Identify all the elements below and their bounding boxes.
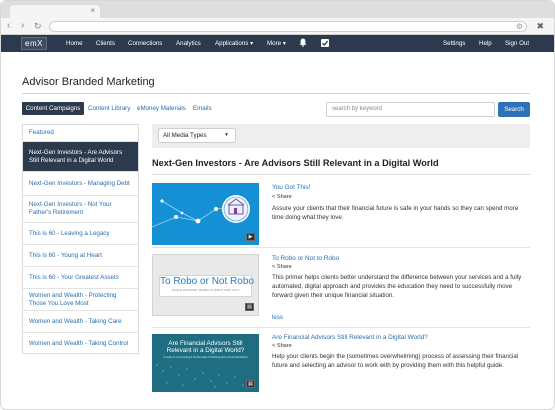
sidebar-item-women-care[interactable]: Women and Wealth - Taking Care	[23, 311, 138, 333]
sidebar-item-sixty-assets[interactable]: This is 60 - Your Greatest Assets	[23, 267, 138, 289]
item-share[interactable]: < Share	[272, 343, 292, 349]
search-button[interactable]: Search	[498, 102, 530, 117]
back-icon[interactable]: ‹	[7, 20, 10, 32]
nav-connections[interactable]: Connections	[128, 40, 162, 47]
thumb-subtitle: A Guide to Overcoming & the Benefits of …	[163, 356, 248, 359]
campaign-sidebar: Featured Next-Gen Investors - Are Adviso…	[22, 124, 139, 354]
item-description: Assure your clients that their financial…	[272, 205, 519, 221]
extension-icon[interactable]: ✖	[536, 21, 544, 32]
thumb-title: To Robo or Not Robo	[160, 276, 254, 287]
share-icon: <	[272, 194, 276, 200]
address-bar[interactable]: ⚙	[49, 21, 527, 32]
campaign-title: Next-Gen Investors - Are Advisors Still …	[152, 158, 439, 168]
connected-dots-illustration	[152, 183, 259, 245]
nav-settings[interactable]: Settings	[443, 40, 465, 47]
media-type-value: All Media Types	[163, 132, 207, 139]
nav-home[interactable]: Home	[66, 40, 83, 47]
less-link[interactable]: less	[272, 314, 283, 321]
browser-window: × ‹ › ↻ ⚙ ✖ emX Home Clients Connections…	[0, 0, 555, 410]
site-settings-icon[interactable]: ⚙	[516, 22, 523, 31]
tasks-checkbox-icon[interactable]	[321, 39, 329, 47]
sidebar-item-next-gen-retirement[interactable]: Next-Gen Investors - Not Your Father's R…	[23, 196, 138, 223]
item-thumbnail[interactable]: Are Financial Advisors Still Relevant in…	[152, 334, 259, 392]
search-input[interactable]: search by keyword	[326, 102, 495, 117]
close-icon[interactable]: ×	[90, 6, 95, 15]
item-thumbnail[interactable]: To Robo or Not Robo WHICH ADVISORY MODEL…	[152, 254, 259, 316]
share-label: Share	[276, 194, 292, 200]
title-divider	[22, 93, 530, 94]
video-icon: ▶	[246, 233, 255, 241]
media-type-select[interactable]: All Media Types ▼	[158, 128, 236, 143]
document-icon: ▤	[246, 380, 255, 388]
document-icon: ▤	[245, 303, 254, 311]
share-label: Share	[276, 343, 292, 349]
sidebar-item-sixty-young[interactable]: This is 60 - Young at Heart	[23, 245, 138, 267]
item-thumbnail[interactable]: ▶	[152, 183, 259, 245]
browser-tab-strip: ×	[1, 1, 554, 18]
thumb-title: Are Financial Advisors Still Relevant in…	[166, 340, 245, 354]
reload-icon[interactable]: ↻	[34, 20, 42, 32]
item-title-you-got-this[interactable]: You Got This!	[272, 184, 310, 191]
tab-emoney-materials[interactable]: eMoney Materials	[137, 102, 186, 115]
item-share[interactable]: < Share	[272, 264, 292, 270]
nav-clients[interactable]: Clients	[96, 40, 115, 47]
item-divider	[152, 247, 530, 248]
nav-more[interactable]: More ▾	[267, 40, 286, 47]
sidebar-item-next-gen-debt[interactable]: Next-Gen Investors - Managing Debt	[23, 172, 138, 196]
nav-help[interactable]: Help	[479, 40, 492, 47]
share-icon: <	[272, 264, 276, 270]
nav-sign-out[interactable]: Sign Out	[505, 40, 529, 47]
browser-toolbar: ‹ › ↻ ⚙ ✖	[1, 18, 554, 35]
sidebar-item-sixty-legacy[interactable]: This is 60 - Leaving a Legacy	[23, 223, 138, 245]
item-description: This primer helps clients better underst…	[272, 274, 522, 299]
sidebar-item-next-gen-relevant[interactable]: Next-Gen Investors - Are Advisors Still …	[23, 142, 138, 172]
sidebar-item-women-control[interactable]: Women and Wealth - Taking Control	[23, 333, 138, 354]
forward-icon[interactable]: ›	[21, 20, 24, 32]
item-title-to-robo[interactable]: To Robo or Not to Robo	[272, 255, 339, 262]
item-title-financial-advisors[interactable]: Are Financial Advisors Still Relevant in…	[272, 334, 428, 341]
sidebar-item-women-protecting[interactable]: Women and Wealth - Protecting Those You …	[23, 289, 138, 311]
chevron-down-icon: ▼	[224, 132, 229, 138]
top-nav: emX Home Clients Connections Analytics A…	[1, 35, 554, 52]
sidebar-item-featured[interactable]: Featured	[23, 125, 138, 142]
share-icon: <	[272, 343, 276, 349]
nav-analytics[interactable]: Analytics	[176, 40, 201, 47]
tab-content-campaigns[interactable]: Content Campaigns	[22, 102, 84, 115]
browser-tab[interactable]: ×	[10, 5, 100, 18]
bell-icon[interactable]	[299, 38, 307, 47]
item-share[interactable]: < Share	[272, 194, 292, 200]
emx-logo[interactable]: emX	[21, 37, 47, 50]
thumb-banner: To Robo or Not Robo WHICH ADVISORY MODEL…	[159, 275, 254, 297]
page-title: Advisor Branded Marketing	[22, 76, 155, 88]
nav-applications[interactable]: Applications ▾	[215, 40, 253, 47]
share-label: Share	[276, 264, 292, 270]
tab-emails[interactable]: Emails	[193, 102, 212, 115]
item-description: Help your clients begin the (sometimes o…	[272, 353, 519, 369]
tab-content-library[interactable]: Content Library	[88, 102, 130, 115]
filter-bar: All Media Types ▼	[152, 124, 530, 148]
item-divider	[152, 327, 530, 328]
thumb-subtitle: WHICH ADVISORY MODEL IS RIGHT FOR YOU?	[171, 288, 240, 292]
section-divider	[152, 174, 530, 175]
